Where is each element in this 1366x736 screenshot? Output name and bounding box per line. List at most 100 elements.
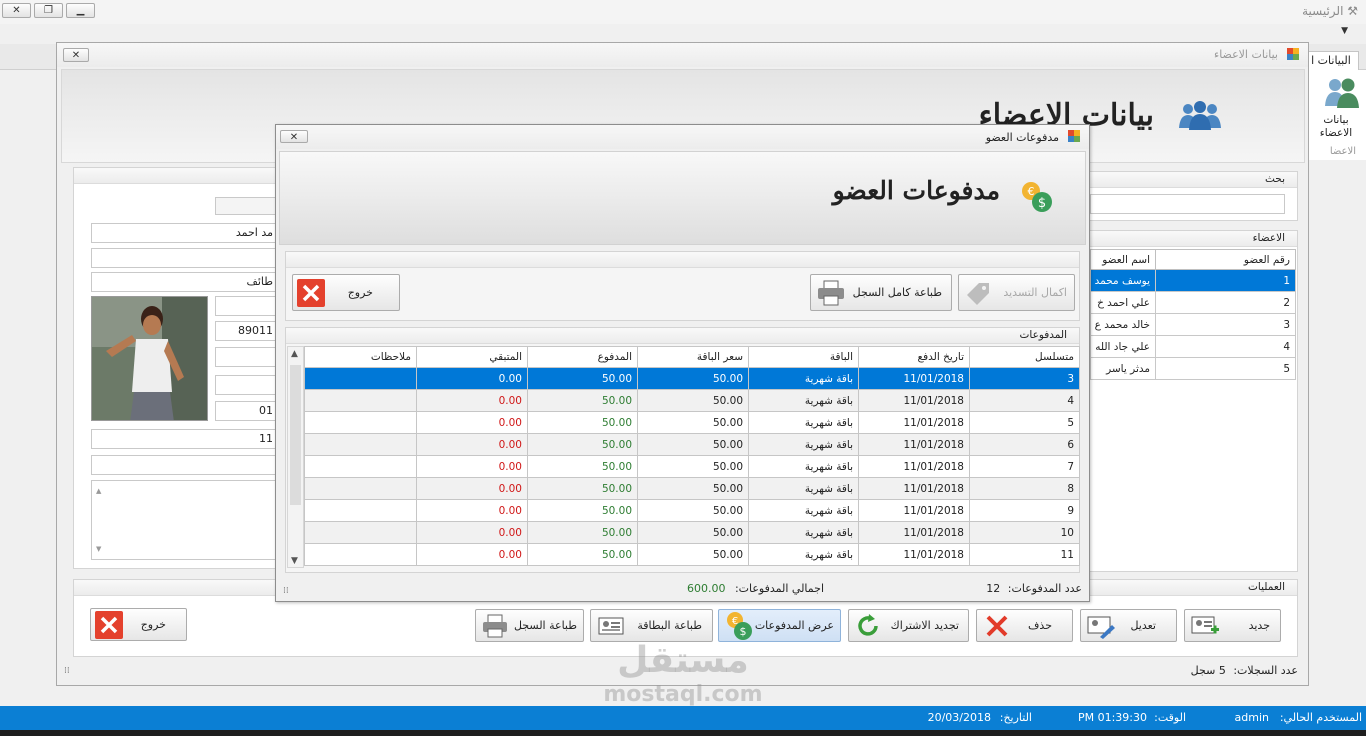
payments-scrollbar[interactable]: ▲ ▼ — [287, 346, 304, 568]
column-header-payment-date[interactable]: تاريخ الدفع — [858, 346, 970, 368]
print-record-button[interactable]: طباعة السجل — [475, 609, 584, 642]
notes-scroll-up-icon[interactable]: ▲ — [96, 482, 101, 500]
payments-total: اجمالي المدفوعات: 600.00 — [687, 582, 824, 595]
payments-exit-button[interactable]: خروج — [292, 274, 400, 311]
column-header-notes[interactable]: ملاحظات — [304, 346, 417, 368]
edit-button[interactable]: تعديل — [1080, 609, 1177, 642]
member-id-field[interactable] — [215, 197, 277, 215]
cell-serial: 10 — [969, 521, 1080, 544]
cell-notes — [304, 499, 417, 522]
app-icon: ⚒ — [1343, 4, 1358, 18]
table-row[interactable]: 5 مدثر ياسر — [1090, 357, 1296, 380]
member-number-field[interactable]: 11 — [91, 429, 277, 449]
members-exit-button[interactable]: خروج — [90, 608, 187, 641]
show-payments-button[interactable]: € $ عرض المدفوعات — [718, 609, 841, 642]
restore-button[interactable]: ❐ — [34, 3, 63, 18]
ribbon-members-label[interactable]: بيانات الاعضاء — [1308, 114, 1364, 140]
column-header-remaining[interactable]: المتبقي — [416, 346, 528, 368]
table-row[interactable]: 5 11/01/2018 باقة شهرية 50.00 50.00 0.00 — [304, 411, 1080, 434]
date-label: التاريخ: — [999, 711, 1032, 724]
table-row[interactable]: 9 11/01/2018 باقة شهرية 50.00 50.00 0.00 — [304, 499, 1080, 522]
column-header-member-id[interactable]: رقم العضو — [1155, 249, 1296, 270]
column-header-member-name[interactable]: اسم العضو — [1090, 249, 1156, 270]
resize-grip-icon[interactable]: ⁞⁞ — [64, 666, 70, 676]
scroll-up-icon[interactable]: ▲ — [291, 349, 298, 359]
cell-member-id: 3 — [1155, 313, 1296, 336]
column-header-serial[interactable]: متسلسل — [969, 346, 1080, 368]
cell-serial: 3 — [969, 367, 1080, 390]
payments-close-button[interactable]: ✕ — [280, 130, 308, 143]
search-input[interactable] — [1090, 194, 1285, 214]
minimize-button[interactable]: ▁ — [66, 3, 95, 18]
delete-button[interactable]: حذف — [976, 609, 1073, 642]
scroll-down-icon[interactable]: ▼ — [291, 556, 298, 566]
show-payments-label: عرض المدفوعات — [754, 619, 834, 632]
member-date-field[interactable]: 01 — [215, 401, 277, 421]
members-close-button[interactable]: ✕ — [63, 48, 89, 62]
table-row[interactable]: 6 11/01/2018 باقة شهرية 50.00 50.00 0.00 — [304, 433, 1080, 456]
cell-payment-date: 11/01/2018 — [858, 455, 970, 478]
table-row[interactable]: 2 علي احمد خ — [1090, 291, 1296, 314]
member-field-7[interactable] — [215, 375, 277, 395]
member-field-3[interactable]: طائف — [91, 272, 277, 292]
complete-payment-button[interactable]: اكمال التسديد — [958, 274, 1075, 311]
table-row[interactable]: 4 علي جاد الله — [1090, 335, 1296, 358]
table-row[interactable]: 4 11/01/2018 باقة شهرية 50.00 50.00 0.00 — [304, 389, 1080, 412]
cell-notes — [304, 367, 417, 390]
members-header-icon — [1179, 101, 1221, 130]
dialog-resize-grip-icon[interactable]: ⁞⁞ — [283, 586, 289, 596]
close-button[interactable]: ✕ — [2, 3, 31, 18]
status-bar: المستخدم الحالي: admin الوقت: 01:39:30 P… — [0, 706, 1366, 730]
payments-total-label: اجمالي المدفوعات: — [734, 582, 824, 595]
window-app-icon — [1287, 48, 1299, 60]
member-phone-field[interactable]: 89011 — [215, 321, 277, 341]
column-header-package-price[interactable]: سعر الباقة — [637, 346, 749, 368]
cell-payment-date: 11/01/2018 — [858, 499, 970, 522]
payments-header: مدفوعات العضو € $ — [279, 151, 1086, 245]
complete-payment-label: اكمال التسديد — [1003, 286, 1067, 299]
delete-icon — [986, 615, 1008, 637]
table-row[interactable]: 3 خالد محمد ع — [1090, 313, 1296, 336]
cell-paid: 50.00 — [527, 433, 638, 456]
ribbon-panel: بيانات الاعضاء الاعضا — [1303, 70, 1366, 160]
column-header-paid[interactable]: المدفوع — [527, 346, 638, 368]
table-row[interactable]: 11 11/01/2018 باقة شهرية 50.00 50.00 0.00 — [304, 543, 1080, 566]
cell-package-price: 50.00 — [637, 389, 749, 412]
refresh-icon — [858, 614, 878, 636]
scroll-thumb[interactable] — [290, 365, 301, 505]
table-row[interactable]: 7 11/01/2018 باقة شهرية 50.00 50.00 0.00 — [304, 455, 1080, 478]
cell-remaining: 0.00 — [416, 499, 528, 522]
member-name-field[interactable]: مد احمد — [91, 223, 277, 243]
renew-subscription-button[interactable]: تجديد الاشتراك — [848, 609, 969, 642]
cell-remaining: 0.00 — [416, 367, 528, 390]
new-button[interactable]: جديد — [1184, 609, 1281, 642]
table-row[interactable]: 8 11/01/2018 باقة شهرية 50.00 50.00 0.00 — [304, 477, 1080, 500]
members-icon[interactable] — [1324, 76, 1360, 110]
cell-package: باقة شهرية — [748, 477, 859, 500]
cell-paid: 50.00 — [527, 411, 638, 434]
time-label: الوقت: — [1154, 711, 1186, 724]
member-field-6[interactable] — [215, 347, 277, 367]
cell-paid: 50.00 — [527, 455, 638, 478]
cell-member-name: مدثر ياسر — [1090, 357, 1156, 380]
member-field-4[interactable] — [215, 296, 277, 316]
notes-textarea[interactable]: ▲ ▼ — [91, 480, 277, 560]
member-field-2[interactable] — [91, 248, 277, 268]
table-row[interactable]: 3 11/01/2018 باقة شهرية 50.00 50.00 0.00 — [304, 367, 1080, 390]
member-details-header — [74, 168, 277, 184]
cell-package: باقة شهرية — [748, 543, 859, 566]
coins-icon: €$ — [727, 612, 752, 640]
notes-scroll-down-icon[interactable]: ▼ — [96, 540, 101, 558]
table-row[interactable]: 1 يوسف محمد — [1090, 269, 1296, 292]
quick-access-dropdown-icon[interactable]: ▼ — [1341, 26, 1348, 36]
print-card-button[interactable]: طباعة البطاقة — [590, 609, 713, 642]
delete-button-label: حذف — [1028, 619, 1052, 632]
column-header-package[interactable]: الباقة — [748, 346, 859, 368]
print-full-record-button[interactable]: طباعة كامل السجل — [810, 274, 952, 311]
table-row[interactable]: 10 11/01/2018 باقة شهرية 50.00 50.00 0.00 — [304, 521, 1080, 544]
member-field-10[interactable] — [91, 455, 277, 475]
payments-count: عدد المدفوعات: 12 — [986, 582, 1082, 595]
ribbon-tab-data[interactable]: البيانات ا — [1303, 51, 1359, 71]
payments-group-label: المدفوعات — [286, 328, 1079, 344]
app-title-text: الرئيسية — [1302, 4, 1344, 18]
